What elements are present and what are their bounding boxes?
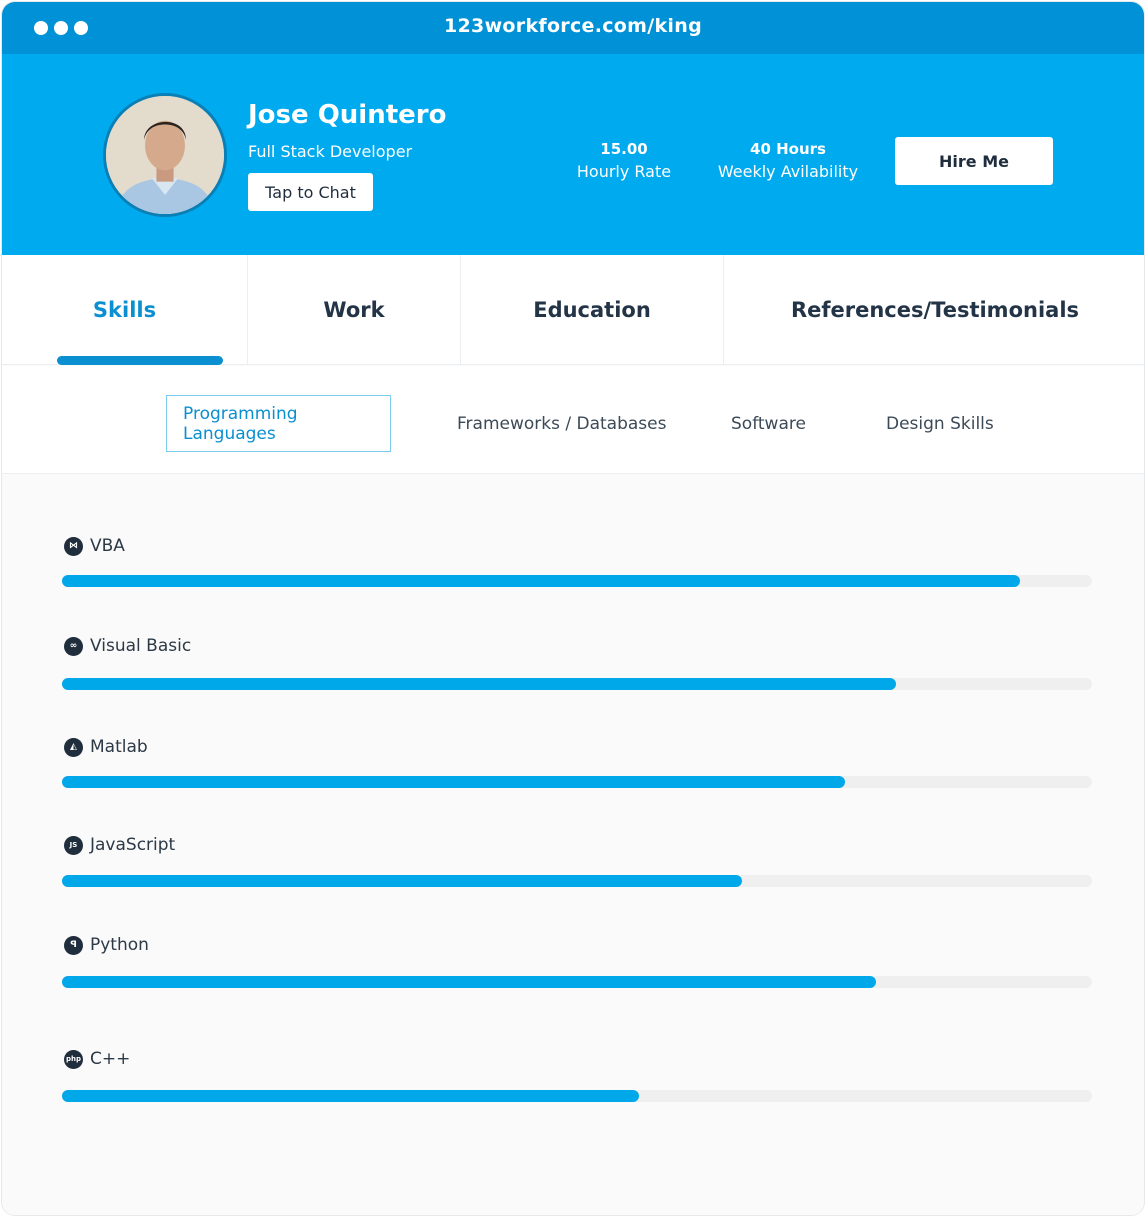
hourly-rate-label: Hourly Rate: [576, 162, 672, 181]
address-bar-url[interactable]: 123workforce.com/king: [2, 15, 1144, 37]
browser-window: 123workforce.com/king Jose Quintero Full…: [1, 1, 1145, 1216]
skill-name: Matlab: [90, 737, 148, 757]
profile-role: Full Stack Developer: [248, 142, 413, 161]
skill-item: ∞ Visual Basic: [62, 634, 1092, 690]
skills-list: ⋈ VBA ∞ Visual Basic ◭ Matlab JS JavaScr…: [2, 474, 1144, 1215]
skill-name: Visual Basic: [90, 636, 192, 656]
skill-progress-fill: [62, 776, 845, 788]
skill-category-tabs: Programming Languages Frameworks / Datab…: [2, 366, 1144, 474]
profile-name: Jose Quintero: [248, 100, 447, 130]
profile-header: Jose Quintero Full Stack Developer Tap t…: [2, 54, 1144, 255]
tab-education[interactable]: Education: [461, 255, 724, 365]
skill-progress-fill: [62, 1090, 639, 1102]
python-icon: ꟼ: [64, 935, 83, 955]
subtab-frameworks-databases[interactable]: Frameworks / Databases: [457, 395, 666, 452]
skill-name: VBA: [90, 536, 125, 556]
skill-progress-bar: [62, 875, 1092, 887]
js-icon: JS: [64, 835, 83, 855]
tab-work[interactable]: Work: [248, 255, 461, 365]
skill-progress-bar: [62, 976, 1092, 988]
skill-progress-bar: [62, 1090, 1092, 1102]
subtab-design-skills[interactable]: Design Skills: [886, 395, 994, 452]
tab-skills[interactable]: Skills: [2, 255, 248, 365]
php-icon: php: [64, 1049, 83, 1069]
browser-title-bar: 123workforce.com/king: [2, 2, 1144, 54]
person-photo-icon: [106, 96, 224, 214]
hire-me-button[interactable]: Hire Me: [895, 137, 1053, 185]
hourly-rate-stat: 15.00 Hourly Rate: [572, 140, 676, 181]
avatar: [103, 93, 227, 217]
active-tab-indicator: [57, 356, 223, 365]
hourly-rate-value: 15.00: [600, 140, 648, 158]
availability-stat: 40 Hours Weekly Avilability: [714, 140, 862, 181]
skill-progress-bar: [62, 575, 1092, 587]
skill-item: php C++: [62, 1047, 1092, 1102]
tap-to-chat-button[interactable]: Tap to Chat: [248, 173, 373, 211]
visual-studio-icon: ⋈: [64, 536, 83, 556]
infinity-icon: ∞: [64, 636, 83, 656]
skill-progress-bar: [62, 678, 1092, 690]
subtab-programming-languages[interactable]: Programming Languages: [166, 395, 391, 452]
skill-item: ⋈ VBA: [62, 534, 1092, 587]
skill-progress-fill: [62, 678, 897, 690]
skill-progress-fill: [62, 575, 1020, 587]
availability-label: Weekly Avilability: [717, 162, 859, 181]
skill-name: JavaScript: [90, 835, 176, 855]
skill-progress-fill: [62, 976, 876, 988]
skill-item: ꟼ Python: [62, 933, 1092, 988]
skill-item: JS JavaScript: [62, 833, 1092, 887]
tab-references-testimonials[interactable]: References/Testimonials: [724, 255, 1144, 365]
availability-value: 40 Hours: [750, 140, 826, 158]
skill-progress-bar: [62, 776, 1092, 788]
skill-progress-fill: [62, 875, 742, 887]
subtab-software[interactable]: Software: [731, 395, 806, 452]
skill-item: ◭ Matlab: [62, 735, 1092, 788]
skill-name: C++: [90, 1049, 131, 1069]
skill-name: Python: [90, 935, 149, 955]
main-tabs: Skills Work Education References/Testimo…: [2, 255, 1144, 365]
matlab-icon: ◭: [64, 737, 83, 757]
